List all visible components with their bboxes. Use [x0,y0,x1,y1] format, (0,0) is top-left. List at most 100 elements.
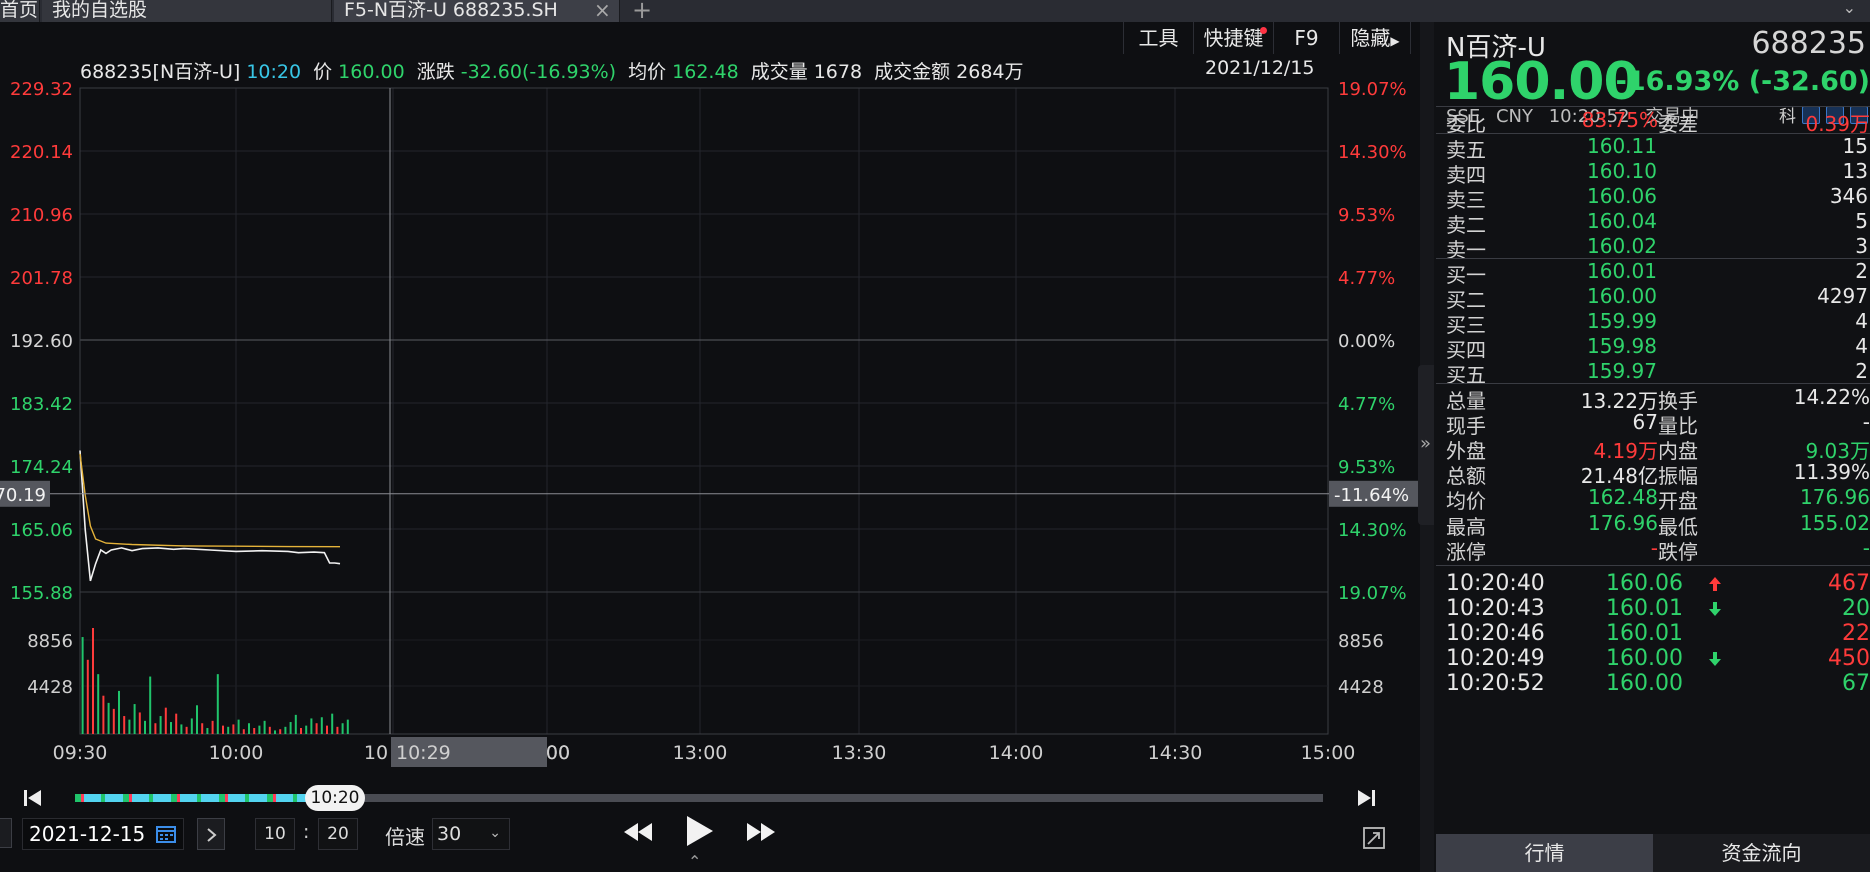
ask-row[interactable]: 卖二 160.04 5 [1446,209,1870,237]
volume-bar [164,707,167,734]
volume-bar [149,676,152,734]
playback-progress-fill [75,794,344,802]
tab-watchlist[interactable]: 我的自选股 [42,0,332,22]
y-axis-left-label: 201.78 [10,268,73,289]
bid-row[interactable]: 买三 159.99 4 [1446,309,1870,337]
ask-row[interactable]: 卖一 160.02 3 [1446,234,1870,262]
tab-home[interactable]: 首页 [0,0,40,22]
x-axis-label: 13:00 [673,742,728,764]
chart-toolbar: 工具 快捷键 F9 隐藏▶ [1123,22,1411,54]
y-axis-right-label: 4.77% [1338,268,1395,289]
volume-bar [81,637,84,734]
volume-bar [258,725,261,734]
hide-button[interactable]: 隐藏▶ [1339,22,1411,54]
volume-bar [196,705,198,734]
tick-volume: 450 [1828,646,1870,671]
tick-price: 160.01 [1606,596,1683,621]
playback-progress-bar[interactable] [75,794,1323,802]
hour-input[interactable]: 10 [255,818,295,850]
tick-row: 10:20:40 160.06 467 [1446,571,1870,599]
close-icon[interactable]: × [594,0,611,22]
minute-input[interactable]: 20 [318,818,358,850]
amount-label: 成交金额 [874,61,951,83]
tick-time: 10:20:52 [1446,671,1545,696]
y-axis-right-label: 9.53% [1338,205,1395,226]
tick-time: 10:20:49 [1446,646,1545,671]
jump-start-icon[interactable] [22,787,44,809]
stats-row: 均价 162.48 开盘 176.96 [1446,485,1870,513]
tab-capital-flow[interactable]: 资金流向 [1653,834,1870,872]
stat-value: - [1650,536,1658,560]
x-axis-label: 09:30 [53,742,108,764]
prev-day-button[interactable] [0,818,12,848]
volume-bar [227,726,230,734]
rewind-icon[interactable] [622,818,656,846]
arrow-down-icon [1709,652,1721,666]
ask-price: 160.06 [1587,184,1657,208]
tick-time: 10:20:40 [1446,571,1545,596]
bid-price: 159.97 [1587,359,1657,383]
shortcut-button[interactable]: 快捷键 [1193,22,1273,54]
volume-bar [144,720,146,734]
ask-row[interactable]: 卖三 160.06 346 [1446,184,1870,212]
fast-forward-icon[interactable] [743,818,777,846]
volume-bar [315,723,318,734]
jump-end-icon[interactable] [1355,787,1377,809]
volume-bar [294,714,297,734]
tab-stock-detail[interactable]: F5-N百济-U 688235.SH [334,0,620,22]
tick-time: 10:20:43 [1446,596,1545,621]
speed-select[interactable]: 30 ⌄ [432,818,510,850]
divider [1436,106,1870,107]
f9-button[interactable]: F9 [1273,22,1339,54]
stat-label: 跌停 [1658,540,1698,564]
bid-volume: 4 [1855,309,1868,333]
stat-label: 涨停 [1446,540,1486,564]
bid-row[interactable]: 买五 159.97 2 [1446,359,1870,387]
expand-icon[interactable] [1362,826,1386,850]
tab-market[interactable]: 行情 [1436,834,1653,872]
calendar-icon[interactable] [155,824,177,844]
bid-row[interactable]: 买二 160.00 4297 [1446,284,1870,312]
stat-value: 162.48 [1588,485,1658,509]
volume-bar [305,725,308,734]
price-label: 价 [313,61,333,83]
x-axis-label: 00 [546,742,570,764]
y-axis-right-label: 14.30% [1338,520,1407,541]
bid-price: 159.99 [1587,309,1657,333]
playback-thumb[interactable]: 10:20 [305,785,365,811]
side-panel-toggle[interactable]: » [1418,365,1434,525]
average-price-line [79,453,341,548]
volume-bar [102,695,105,734]
double-chevron-right-icon: » [1420,433,1432,454]
tick-price: 160.00 [1606,671,1683,696]
next-day-button[interactable] [197,818,225,850]
info-amount: 2684万 [956,61,1024,83]
ask-row[interactable]: 卖五 160.11 15 [1446,134,1870,162]
volume-bar [112,708,115,734]
volume-bar [336,726,339,734]
bid-row[interactable]: 买四 159.98 4 [1446,334,1870,362]
stats-row: 总量 13.22万 换手 14.22% [1446,385,1870,413]
ask-row[interactable]: 卖四 160.10 13 [1446,159,1870,187]
ask-price: 160.10 [1587,159,1657,183]
intraday-chart[interactable]: 229.32 19.07% 220.14 14.30% 210.96 9.53% 201.7… [0,22,1420,872]
play-icon[interactable] [683,813,715,849]
stat-value: 14.22% [1793,385,1870,409]
stat-label: 均价 [1446,489,1486,513]
change-label: 涨跌 [416,61,455,83]
volume-bar [263,720,266,734]
add-tab-icon[interactable]: + [632,0,652,24]
volume-bar [242,729,245,734]
y-axis-left-label: 155.88 [10,583,73,604]
volume-label-left: 4428 [27,677,73,698]
bid-row[interactable]: 买一 160.01 2 [1446,259,1870,287]
bid-volume: 4 [1855,334,1868,358]
tools-button[interactable]: 工具 [1123,22,1193,54]
notification-dot-icon [1260,27,1267,34]
volume-bar [154,723,157,734]
tick-row: 10:20:46 160.01 22 [1446,621,1870,649]
bid-volume: 2 [1855,359,1868,383]
chevron-down-icon[interactable]: ⌄ [1843,0,1856,17]
crosshair-time-label: 10:29 [396,742,451,764]
collapse-up-icon[interactable]: ⌃ [688,852,701,871]
